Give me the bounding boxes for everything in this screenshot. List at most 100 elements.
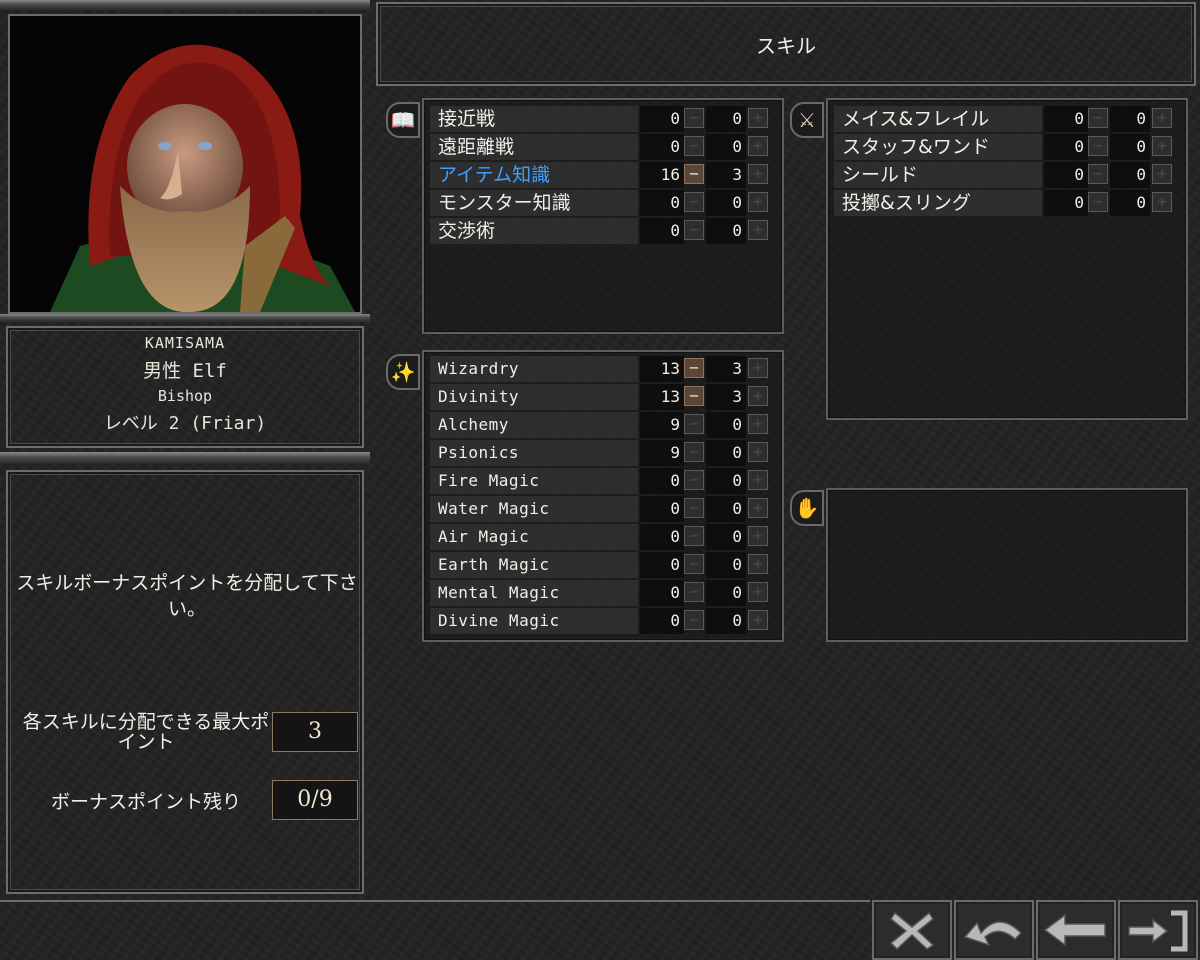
increase-button[interactable]: +	[1152, 136, 1172, 156]
decrease-button[interactable]: −	[684, 108, 704, 128]
skill-bonus: 0	[706, 552, 746, 578]
skill-row: Air Magic 0−0 +	[430, 524, 776, 550]
skill-name[interactable]: シールド	[834, 162, 1042, 188]
decrease-button[interactable]: −	[684, 136, 704, 156]
skill-bonus: 0	[1110, 134, 1150, 160]
skill-name[interactable]: 接近戦	[430, 106, 638, 132]
skill-value: 0	[640, 496, 684, 522]
increase-button[interactable]: +	[748, 554, 768, 574]
increase-button[interactable]: +	[1152, 108, 1172, 128]
skill-row: Divinity 13−3 +	[430, 384, 776, 410]
cancel-button[interactable]	[872, 900, 952, 960]
skill-value: 16	[640, 162, 684, 188]
skill-row: メイス&フレイル 0−0 +	[834, 106, 1180, 132]
skill-name[interactable]: モンスター知識	[430, 190, 638, 216]
increase-button[interactable]: +	[748, 358, 768, 378]
skill-bonus: 0	[706, 190, 746, 216]
decrease-button[interactable]: −	[684, 498, 704, 518]
increase-button[interactable]: +	[748, 414, 768, 434]
character-name: KAMISAMA	[144, 334, 226, 352]
decrease-button[interactable]: −	[684, 610, 704, 630]
increase-button[interactable]: +	[748, 442, 768, 462]
increase-button[interactable]: +	[748, 220, 768, 240]
decrease-button[interactable]: −	[684, 386, 704, 406]
skill-name[interactable]: アイテム知識	[430, 162, 638, 188]
undo-button[interactable]	[954, 900, 1034, 960]
bottom-bar	[0, 900, 870, 960]
increase-button[interactable]: +	[748, 582, 768, 602]
character-info-panel: KAMISAMA 男性 Elf Bishop レベル 2 (Friar)	[6, 326, 364, 448]
decrease-button[interactable]: −	[684, 470, 704, 490]
skill-name[interactable]: Divine Magic	[430, 608, 638, 634]
decrease-button[interactable]: −	[1088, 164, 1108, 184]
skill-value: 0	[1044, 106, 1088, 132]
skill-bonus: 0	[706, 134, 746, 160]
skill-bonus: 0	[706, 496, 746, 522]
increase-button[interactable]: +	[748, 470, 768, 490]
back-button[interactable]	[1036, 900, 1116, 960]
increase-button[interactable]: +	[748, 136, 768, 156]
skill-row: 遠距離戦 0−0 +	[430, 134, 776, 160]
skill-value: 0	[640, 190, 684, 216]
skill-name[interactable]: 投擲&スリング	[834, 190, 1042, 216]
skill-value: 13	[640, 384, 684, 410]
decrease-button[interactable]: −	[684, 414, 704, 434]
skill-name[interactable]: Psionics	[430, 440, 638, 466]
hand-icon[interactable]: ✋	[790, 490, 824, 526]
skill-name[interactable]: Air Magic	[430, 524, 638, 550]
skill-name[interactable]: Earth Magic	[430, 552, 638, 578]
max-per-skill-label: 各スキルに分配できる最大ポイント	[22, 711, 270, 753]
skill-row: Water Magic 0−0 +	[430, 496, 776, 522]
skill-name[interactable]: スタッフ&ワンド	[834, 134, 1042, 160]
decrease-button[interactable]: −	[684, 164, 704, 184]
decrease-button[interactable]: −	[684, 358, 704, 378]
skill-name[interactable]: 交渉術	[430, 218, 638, 244]
skill-name[interactable]: Water Magic	[430, 496, 638, 522]
skill-row: Mental Magic 0−0 +	[430, 580, 776, 606]
book-icon[interactable]: 📖	[386, 102, 420, 138]
skill-bonus: 3	[706, 384, 746, 410]
next-button[interactable]	[1118, 900, 1198, 960]
increase-button[interactable]: +	[748, 610, 768, 630]
increase-button[interactable]: +	[1152, 192, 1172, 212]
skill-row: 交渉術 0−0 +	[430, 218, 776, 244]
max-per-skill-value: 3	[272, 712, 358, 752]
skill-value: 9	[640, 440, 684, 466]
skill-name[interactable]: メイス&フレイル	[834, 106, 1042, 132]
skill-name[interactable]: Divinity	[430, 384, 638, 410]
increase-button[interactable]: +	[748, 108, 768, 128]
increase-button[interactable]: +	[748, 192, 768, 212]
skill-name[interactable]: Wizardry	[430, 356, 638, 382]
decrease-button[interactable]: −	[684, 220, 704, 240]
skill-name[interactable]: 遠距離戦	[430, 134, 638, 160]
skill-row: Divine Magic 0−0 +	[430, 608, 776, 634]
decrease-button[interactable]: −	[1088, 108, 1108, 128]
skill-value: 0	[640, 134, 684, 160]
skill-name[interactable]: Mental Magic	[430, 580, 638, 606]
decrease-button[interactable]: −	[684, 442, 704, 462]
decrease-button[interactable]: −	[684, 526, 704, 546]
decrease-button[interactable]: −	[1088, 192, 1108, 212]
increase-button[interactable]: +	[748, 498, 768, 518]
decrease-button[interactable]: −	[684, 582, 704, 602]
skill-row: シールド 0−0 +	[834, 162, 1180, 188]
skill-name[interactable]: Fire Magic	[430, 468, 638, 494]
skill-bonus: 0	[706, 580, 746, 606]
increase-button[interactable]: +	[1152, 164, 1172, 184]
decrease-button[interactable]: −	[1088, 136, 1108, 156]
decrease-button[interactable]: −	[684, 192, 704, 212]
skill-row: Wizardry 13−3 +	[430, 356, 776, 382]
skill-row: 投擲&スリング 0−0 +	[834, 190, 1180, 216]
skill-row: Fire Magic 0−0 +	[430, 468, 776, 494]
skill-bonus: 3	[706, 162, 746, 188]
skill-name[interactable]: Alchemy	[430, 412, 638, 438]
skill-value: 0	[640, 552, 684, 578]
wand-icon[interactable]: ✨	[386, 354, 420, 390]
sword-icon[interactable]: ⚔	[790, 102, 824, 138]
character-gender-race: 男性 Elf	[143, 360, 227, 382]
skill-value: 0	[640, 608, 684, 634]
increase-button[interactable]: +	[748, 164, 768, 184]
increase-button[interactable]: +	[748, 526, 768, 546]
increase-button[interactable]: +	[748, 386, 768, 406]
decrease-button[interactable]: −	[684, 554, 704, 574]
